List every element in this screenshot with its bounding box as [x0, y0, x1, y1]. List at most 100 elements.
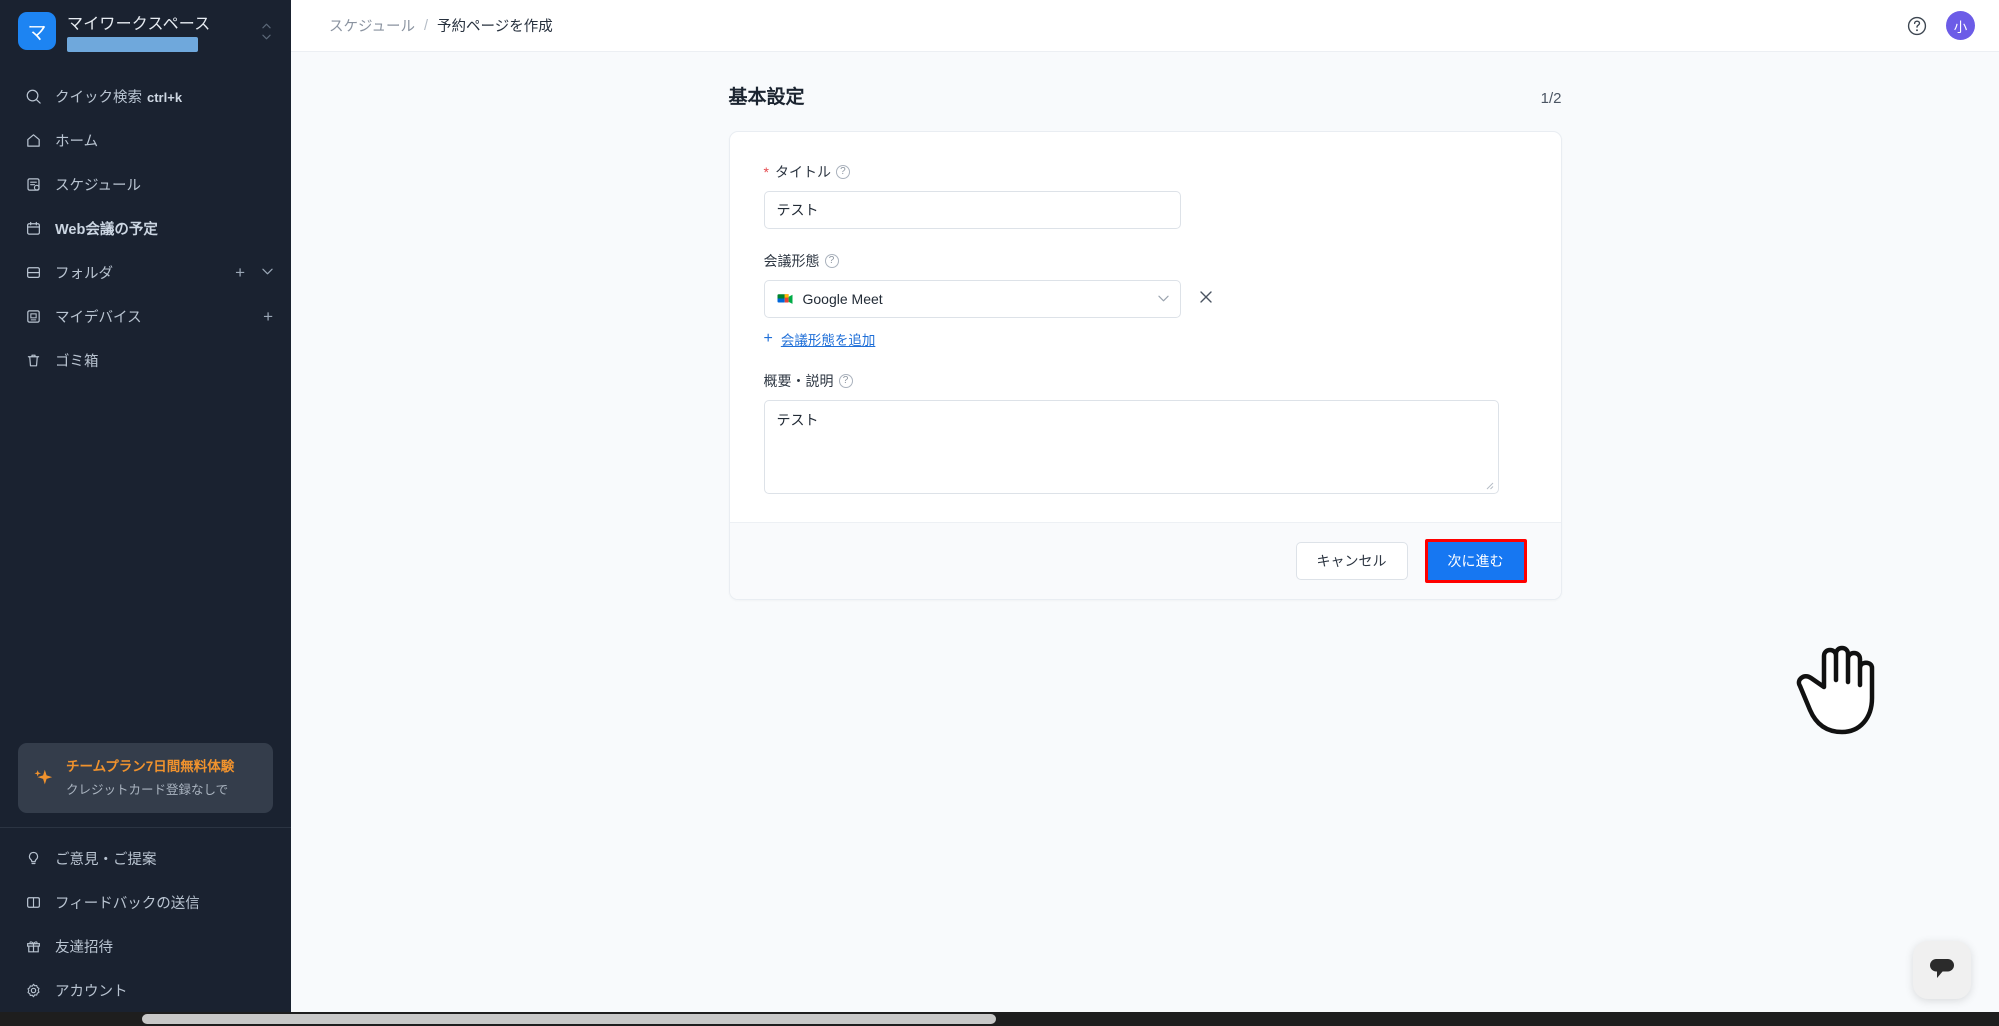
home-icon: [24, 131, 42, 149]
schedule-icon: [24, 175, 42, 193]
sidebar-item-schedule[interactable]: スケジュール: [0, 162, 291, 206]
sidebar-item-my-devices[interactable]: マイデバイス +: [0, 294, 291, 338]
main-area: スケジュール / 予約ページを作成 小 基本設定 1/2 * タイトル ? テス…: [291, 0, 1999, 1026]
sidebar-bottom-nav: ご意見・ご提案 フィードバックの送信 友達招待 アカウント: [0, 828, 291, 1026]
breadcrumb-parent[interactable]: スケジュール: [329, 15, 415, 36]
title-field-label: * タイトル ?: [764, 162, 1527, 182]
title-input[interactable]: テスト: [763, 191, 1181, 229]
title-field-group: * タイトル ? テスト: [763, 162, 1527, 229]
sidebar-item-label: ご意見・ご提案: [55, 851, 157, 868]
sidebar-nav: クイック検索 ctrl+k ホーム スケジュール Web会議の予定 フォルダ +…: [0, 62, 291, 382]
sidebar-item-quick-search[interactable]: クイック検索 ctrl+k: [0, 74, 291, 118]
app-root: マ マイワークスペース クイック検索 ctrl+k ホーム スケジュール Web…: [0, 0, 1999, 1026]
description-field-label: 概要・説明 ?: [764, 371, 1527, 391]
gear-icon: [24, 981, 42, 999]
chat-bubble-icon: [1927, 955, 1957, 986]
sidebar-item-trash[interactable]: ゴミ箱: [0, 338, 291, 382]
sidebar-item-label: スケジュール: [55, 177, 141, 194]
chevron-updown-icon[interactable]: [255, 14, 277, 48]
search-shortcut: ctrl+k: [147, 89, 183, 105]
next-button-highlight: 次に進む: [1424, 539, 1527, 583]
folder-actions: +: [235, 264, 273, 281]
description-textarea[interactable]: テスト: [763, 400, 1499, 494]
sidebar-item-label: Web会議の予定: [55, 221, 158, 238]
sparkle-icon: [32, 767, 54, 789]
workspace-logo-icon: マ: [18, 12, 56, 50]
meeting-type-row: Google Meet: [763, 280, 1527, 318]
folder-icon: [24, 263, 42, 281]
sidebar-item-account[interactable]: アカウント: [0, 968, 291, 1012]
sidebar-item-web-meetings[interactable]: Web会議の予定: [0, 206, 291, 250]
chevron-down-icon[interactable]: [262, 267, 273, 278]
sidebar-item-label: クイック検索 ctrl+k: [55, 89, 183, 106]
title-label-text: タイトル: [774, 164, 831, 180]
sidebar-item-invite-friends[interactable]: 友達招待: [0, 924, 291, 968]
cancel-button[interactable]: キャンセル: [1295, 542, 1408, 580]
resize-grip-icon[interactable]: [1485, 481, 1495, 491]
sidebar-item-label: フィードバックの送信: [55, 895, 200, 912]
workspace-header[interactable]: マ マイワークスペース: [0, 0, 291, 62]
sidebar-item-label: マイデバイス: [55, 309, 142, 326]
sidebar-item-folder[interactable]: フォルダ +: [0, 250, 291, 294]
page-title: 基本設定: [728, 87, 805, 108]
sidebar-item-label: ゴミ箱: [55, 353, 99, 370]
promo-title: チームプラン7日間無料体験: [66, 758, 235, 774]
question-circle-icon[interactable]: ?: [824, 254, 839, 268]
workspace-logo-glyph: マ: [27, 22, 47, 44]
device-icon: [24, 307, 42, 325]
add-device-button[interactable]: +: [263, 308, 273, 325]
required-marker: *: [763, 164, 769, 180]
question-circle-icon[interactable]: ?: [835, 165, 850, 179]
feedback-icon: [24, 893, 42, 911]
add-meeting-type-label: 会議形態を追加: [780, 333, 876, 348]
settings-card-body: * タイトル ? テスト 会議形態 ? Google Meet + 会議形態を追…: [730, 132, 1561, 522]
meeting-type-select[interactable]: Google Meet: [763, 280, 1181, 318]
top-bar: スケジュール / 予約ページを作成 小: [291, 0, 1999, 52]
sidebar-item-label: 友達招待: [55, 939, 113, 956]
description-textarea-value: テスト: [776, 412, 819, 428]
breadcrumb: スケジュール / 予約ページを作成: [329, 15, 553, 36]
title-input-value: テスト: [776, 202, 819, 218]
sidebar-item-label: ホーム: [55, 133, 99, 150]
meeting-type-label-text: 会議形態: [763, 253, 820, 269]
promo-banner[interactable]: チームプラン7日間無料体験 クレジットカード登録なしで: [18, 742, 273, 813]
workspace-names: マイワークスペース: [67, 10, 244, 52]
add-folder-button[interactable]: +: [235, 264, 245, 281]
description-label-text: 概要・説明: [763, 373, 834, 389]
description-field-group: 概要・説明 ? テスト: [763, 371, 1527, 494]
sidebar-item-send-feedback[interactable]: フィードバックの送信: [0, 880, 291, 924]
settings-card: * タイトル ? テスト 会議形態 ? Google Meet + 会議形態を追…: [728, 131, 1562, 600]
page-content: 基本設定 1/2 * タイトル ? テスト 会議形態 ? Google Meet…: [291, 52, 1999, 1026]
question-circle-icon[interactable]: ?: [838, 374, 853, 388]
workspace-redacted-bar: [67, 37, 198, 52]
search-icon: [24, 87, 42, 105]
next-button[interactable]: 次に進む: [1427, 542, 1524, 580]
breadcrumb-separator: /: [424, 17, 429, 34]
promo-text: チームプラン7日間無料体験 クレジットカード登録なしで: [66, 755, 234, 801]
avatar[interactable]: 小: [1946, 11, 1975, 40]
add-meeting-type-link[interactable]: + 会議形態を追加: [764, 329, 1527, 349]
calendar-icon: [24, 219, 42, 237]
avatar-initial: 小: [1953, 19, 1968, 35]
sidebar-item-home[interactable]: ホーム: [0, 118, 291, 162]
trash-icon: [24, 351, 42, 369]
meeting-type-field-group: 会議形態 ? Google Meet + 会議形態を追加: [763, 251, 1527, 349]
chat-bubble-button[interactable]: [1913, 941, 1971, 999]
close-icon[interactable]: [1198, 290, 1214, 308]
workspace-title: マイワークスペース: [67, 16, 211, 33]
meeting-type-selected-value: Google Meet: [802, 291, 883, 307]
horizontal-scrollbar-thumb[interactable]: [142, 1014, 996, 1024]
sidebar-item-label: フォルダ: [55, 265, 113, 282]
gift-icon: [24, 937, 42, 955]
breadcrumb-current: 予約ページを作成: [437, 19, 553, 35]
promo-subtitle: クレジットカード登録なしで: [66, 782, 229, 797]
chevron-down-icon[interactable]: [1157, 293, 1169, 305]
meeting-type-field-label: 会議形態 ?: [764, 251, 1527, 271]
horizontal-scrollbar[interactable]: [0, 1012, 1999, 1026]
lightbulb-icon: [24, 849, 42, 867]
question-circle-icon[interactable]: [1905, 14, 1928, 37]
plus-icon: +: [763, 330, 773, 347]
sidebar-item-suggestions[interactable]: ご意見・ご提案: [0, 836, 291, 880]
google-meet-icon: [776, 292, 794, 307]
